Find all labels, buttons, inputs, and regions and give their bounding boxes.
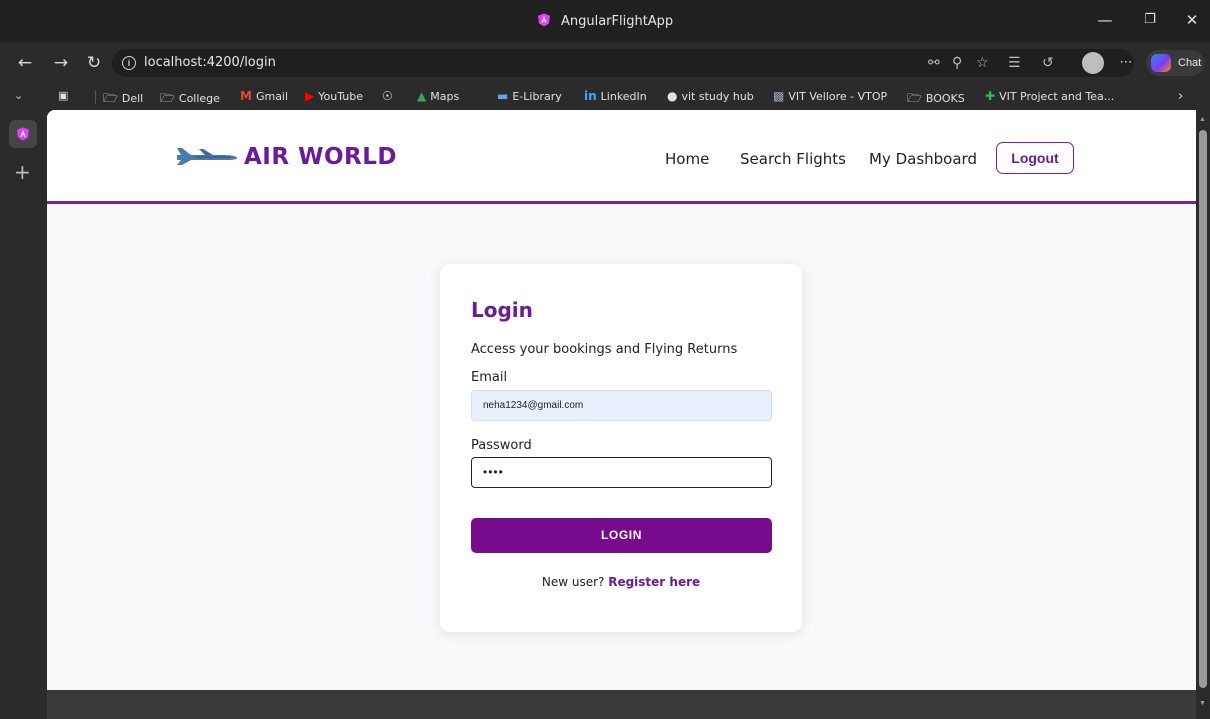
scroll-down-icon[interactable]: ▼	[1199, 700, 1206, 707]
back-icon[interactable]: ←	[14, 52, 36, 74]
brand-name: AIR WORLD	[244, 144, 397, 170]
bookmark-vit-project[interactable]: ✚ VIT Project and Tea...	[985, 89, 1114, 103]
profile-avatar[interactable]	[1082, 52, 1104, 74]
app-header: AIR WORLD Home Search Flights My Dashboa…	[47, 110, 1196, 204]
bookmark-vtop[interactable]: ▩ VIT Vellore - VTOP	[773, 89, 887, 103]
favorites-list-icon[interactable]: ☰	[1008, 55, 1021, 71]
vertical-tabs-rail: +	[0, 110, 47, 719]
window-title: AngularFlightApp	[560, 14, 674, 29]
folder-icon: 🗁	[103, 91, 118, 105]
project-icon: ✚	[985, 89, 996, 103]
nav-search-flights[interactable]: Search Flights	[740, 150, 846, 168]
register-link[interactable]: Register here	[608, 575, 700, 589]
tab-angular-flight-app[interactable]	[9, 120, 37, 148]
gmail-icon: M	[240, 89, 252, 103]
login-card: Login Access your bookings and Flying Re…	[440, 264, 802, 632]
login-title: Login	[471, 298, 533, 322]
tab-actions-chevron-icon[interactable]: ⌄	[14, 89, 23, 102]
password-key-icon[interactable]: ⚯	[928, 55, 940, 71]
password-label: Password	[471, 438, 532, 453]
folder-icon: 🗁	[907, 91, 922, 105]
logout-button[interactable]: Logout	[996, 142, 1074, 174]
login-subtitle: Access your bookings and Flying Returns	[471, 342, 738, 357]
youtube-icon: ▶	[305, 89, 315, 103]
globe-icon: ☉	[382, 89, 393, 103]
history-icon[interactable]: ↺	[1042, 55, 1054, 71]
bookmarks-overflow-chevron-icon[interactable]: ›	[1178, 89, 1183, 104]
library-icon: ▬	[497, 89, 509, 103]
folder-icon: 🗁	[160, 91, 175, 105]
bookmark-vit-study-hub[interactable]: ● vit study hub	[667, 89, 754, 103]
page-viewport: AIR WORLD Home Search Flights My Dashboa…	[47, 110, 1196, 690]
bookmark-elibrary[interactable]: ▬ E-Library	[497, 89, 562, 103]
bookmark-books[interactable]: 🗁 BOOKS	[907, 89, 965, 110]
bookmark-youtube[interactable]: ▶ YouTube	[305, 89, 363, 103]
scrollbar-thumb[interactable]	[1199, 130, 1207, 688]
reading-list-icon[interactable]: ▣	[58, 89, 68, 102]
register-prompt: New user? Register here	[541, 575, 701, 589]
angular-logo-icon	[16, 127, 30, 141]
site-info-icon[interactable]: i	[122, 56, 136, 70]
forward-icon[interactable]: →	[50, 52, 72, 74]
bookmark-dell[interactable]: 🗁 Dell	[103, 89, 143, 110]
new-tab-plus-icon[interactable]: +	[14, 160, 31, 184]
address-bar[interactable]: i localhost:4200/login ⚯ ⚲ ☆ ☰ ↺	[112, 49, 1134, 77]
more-menu-icon[interactable]: ⋯	[1115, 52, 1137, 74]
scrollbar[interactable]: ▲ ▼	[1196, 110, 1210, 719]
email-field[interactable]: neha1234@gmail.com	[471, 390, 772, 421]
maps-icon: ▲	[417, 89, 427, 103]
nav-home[interactable]: Home	[665, 150, 709, 168]
close-icon[interactable]: ✕	[1182, 10, 1202, 30]
reload-icon[interactable]: ↻	[83, 52, 105, 74]
password-field[interactable]: ••••	[471, 457, 772, 488]
bookmarks-bar: ⌄ ▣ 🗁 Dell 🗁 College M Gmail ▶ YouTube ☉ ▲ Ma…	[0, 84, 1210, 110]
bookmark-college[interactable]: 🗁 College	[160, 89, 220, 110]
copilot-icon	[1151, 54, 1171, 72]
bookmark-maps[interactable]: ▲ Maps	[417, 89, 459, 103]
address-toolbar: ← → ↻ i localhost:4200/login ⚯ ⚲ ☆ ☰ ↺ ⋯…	[0, 42, 1210, 84]
minimize-icon[interactable]: —	[1095, 10, 1115, 30]
window-titlebar: AngularFlightApp — ❐ ✕	[0, 0, 1210, 42]
login-button[interactable]: LOGIN	[471, 518, 772, 553]
bookmark-gmail[interactable]: M Gmail	[240, 89, 288, 103]
bookmark-linkedin[interactable]: in LinkedIn	[584, 89, 647, 103]
copilot-chat-button[interactable]: Chat	[1146, 50, 1204, 76]
url-text[interactable]: localhost:4200/login	[144, 55, 276, 70]
bottom-bar	[47, 690, 1196, 719]
restore-icon[interactable]: ❐	[1140, 10, 1160, 30]
vtop-icon: ▩	[773, 89, 785, 103]
email-label: Email	[471, 370, 508, 385]
linkedin-icon: in	[584, 89, 597, 103]
nav-my-dashboard[interactable]: My Dashboard	[869, 150, 977, 168]
angular-logo-icon	[537, 13, 551, 27]
zoom-icon[interactable]: ⚲	[952, 55, 962, 71]
study-hub-icon: ●	[667, 89, 678, 103]
favorite-star-icon[interactable]: ☆	[976, 55, 989, 71]
airplane-logo-icon	[177, 148, 237, 165]
scroll-up-icon[interactable]: ▲	[1199, 116, 1206, 123]
bookmark-globe[interactable]: ☉	[382, 89, 397, 103]
